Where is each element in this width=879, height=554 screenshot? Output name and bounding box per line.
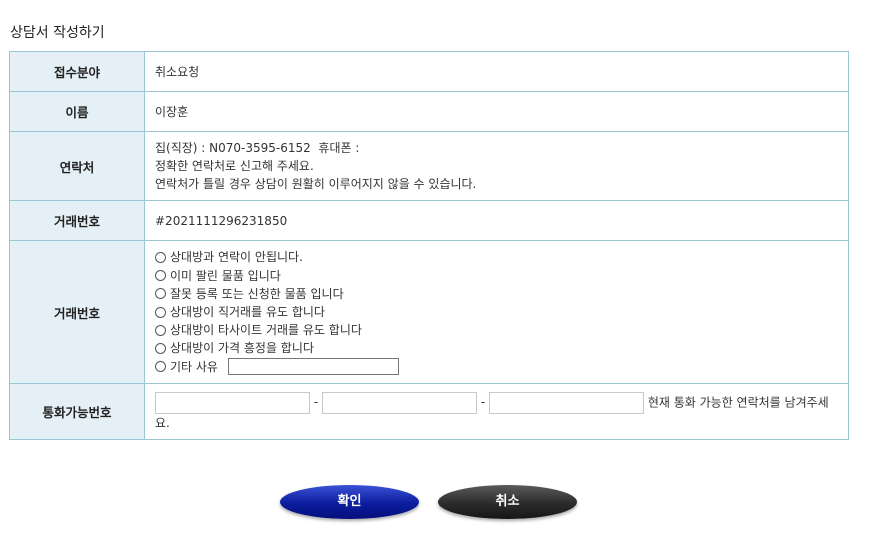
contact-label: 연락처 (9, 131, 145, 201)
deal-number-value: #2021111296231850 (144, 200, 849, 241)
reason-option-label: 상대방이 타사이트 거래를 유도 합니다 (170, 323, 362, 338)
reason-option-etc[interactable]: 기타 사유 (155, 357, 838, 376)
phone-separator: - (313, 395, 319, 409)
contact-notice: 정확한 연락처로 신고해 주세요. (155, 159, 314, 173)
reason-row: 거래번호 상대방과 연락이 안됩니다. 이미 팔린 물품 입니다 잘못 등록 또… (9, 240, 849, 384)
reason-option-label: 상대방이 직거래를 유도 합니다 (170, 305, 325, 319)
category-label: 접수분야 (9, 51, 145, 92)
deal-number-label: 거래번호 (9, 200, 145, 241)
radio-button[interactable] (155, 361, 166, 373)
reason-option-label: 상대방이 가격 흥정을 합니다 (170, 341, 314, 356)
phone-part1-input[interactable] (155, 391, 310, 414)
phone-label: 통화가능번호 (9, 383, 145, 440)
reason-option-label: 이미 팔린 물품 입니다 (170, 268, 281, 283)
phone-inputs: -- 현재 통화 가능한 연락처를 남겨주세요. (144, 383, 849, 440)
category-value: 취소요청 (144, 51, 849, 92)
page-title: 상담서 작성하기 (10, 25, 105, 41)
reason-options: 상대방과 연락이 안됩니다. 이미 팔린 물품 입니다 잘못 등록 또는 신청한… (144, 240, 849, 384)
reason-label: 거래번호 (9, 240, 145, 384)
phone-part3-input[interactable] (489, 391, 644, 414)
radio-button[interactable] (155, 306, 166, 318)
reason-option-price-haggle[interactable]: 상대방이 가격 흥정을 합니다 (155, 339, 838, 357)
radio-button[interactable] (155, 324, 166, 336)
radio-button[interactable] (155, 288, 166, 300)
contact-info: 집(직장) : N070-3595-6152 휴대폰 : 정확한 연락처로 신고… (144, 131, 849, 201)
reason-option-other-site[interactable]: 상대방이 타사이트 거래를 유도 합니다 (155, 321, 838, 339)
consultation-form: 접수분야 취소요청 이름 이장훈 연락처 집(직장) : N070-3595-6… (9, 51, 849, 440)
reason-option-wrong-item[interactable]: 잘못 등록 또는 신청한 물품 입니다 (155, 285, 838, 303)
confirm-button[interactable]: 확인 (280, 485, 419, 519)
reason-option-direct-deal[interactable]: 상대방이 직거래를 유도 합니다 (155, 303, 838, 321)
name-label: 이름 (9, 91, 145, 132)
contact-phone-text: 집(직장) : N070-3595-6152 휴대폰 : (155, 141, 360, 155)
etc-reason-input[interactable] (227, 358, 399, 376)
category-row: 접수분야 취소요청 (9, 51, 849, 92)
phone-row: 통화가능번호 -- 현재 통화 가능한 연락처를 남겨주세요. (9, 383, 849, 440)
reason-option-label: 상대방과 연락이 안됩니다. (170, 250, 303, 265)
radio-button[interactable] (155, 251, 166, 263)
phone-part2-input[interactable] (322, 391, 477, 414)
name-value: 이장훈 (144, 91, 849, 132)
phone-separator: - (480, 395, 486, 409)
reason-option-label: 기타 사유 (170, 359, 218, 374)
radio-button[interactable] (155, 342, 166, 354)
reason-option-already-sold[interactable]: 이미 팔린 물품 입니다 (155, 267, 838, 285)
cancel-button[interactable]: 취소 (438, 485, 577, 519)
contact-row: 연락처 집(직장) : N070-3595-6152 휴대폰 : 정확한 연락처… (9, 131, 849, 201)
contact-warning: 연락처가 틀릴 경우 상담이 원활히 이루어지지 않을 수 있습니다. (155, 177, 477, 191)
reason-option-label: 잘못 등록 또는 신청한 물품 입니다 (170, 286, 344, 301)
name-row: 이름 이장훈 (9, 91, 849, 132)
deal-number-row: 거래번호 #2021111296231850 (9, 200, 849, 241)
radio-button[interactable] (155, 270, 166, 282)
reason-option-no-contact[interactable]: 상대방과 연락이 안됩니다. (155, 248, 838, 266)
